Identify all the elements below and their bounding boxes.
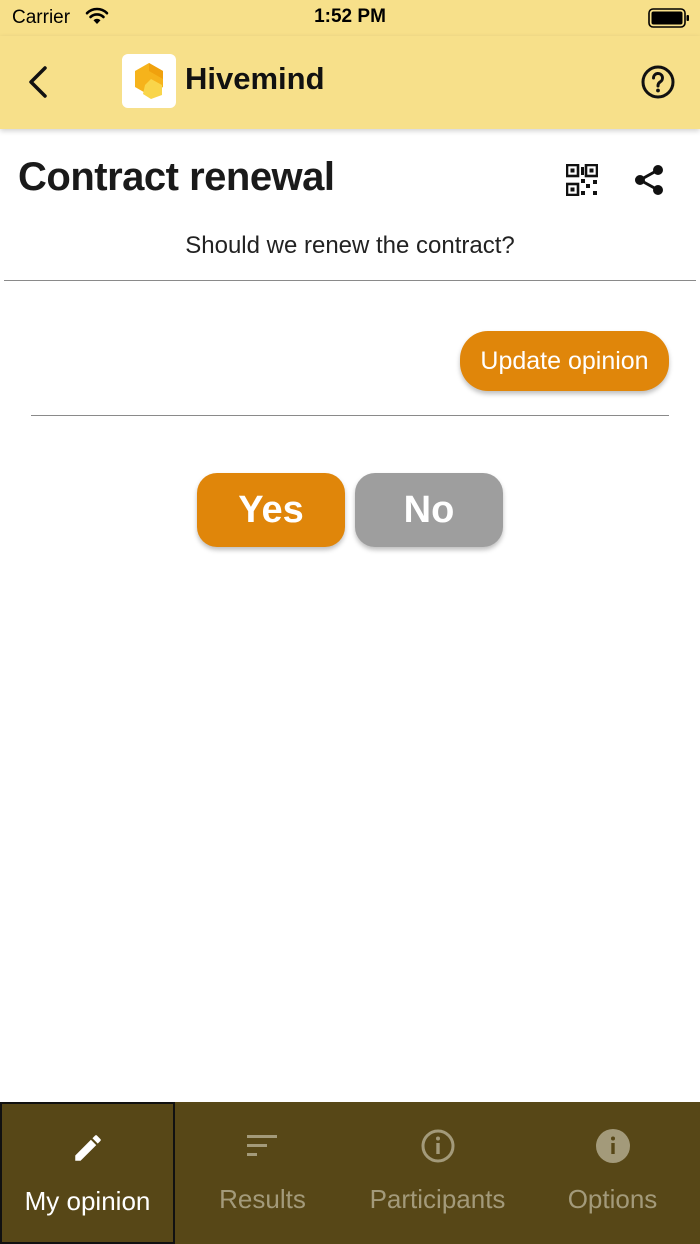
tab-label: Participants [369,1184,506,1214]
back-button[interactable] [18,60,58,104]
qr-code-icon [566,164,598,196]
share-icon [635,165,663,195]
divider [4,280,696,281]
info-filled-icon [525,1128,700,1164]
poll-title: Contract renewal [18,155,335,199]
tab-label: My opinion [24,1186,151,1216]
help-circle-icon [641,65,675,99]
bottom-tab-bar: My opinion Results Participants Options [0,1102,700,1244]
tab-participants[interactable]: Participants [350,1102,525,1244]
tab-my-opinion[interactable]: My opinion [0,1102,175,1244]
share-button[interactable] [628,160,670,200]
hivemind-logo [122,54,176,108]
app-bar: Hivemind [0,36,700,129]
poll-question: Should we renew the contract? [185,232,515,259]
sort-lines-icon [175,1128,350,1164]
yes-button[interactable]: Yes [197,473,345,547]
tab-label: Options [567,1184,658,1214]
help-button[interactable] [638,62,678,102]
tab-results[interactable]: Results [175,1102,350,1244]
app-title: Hivemind [185,61,325,96]
status-bar: Carrier 1:52 PM [0,0,700,36]
clock: 1:52 PM [314,6,386,27]
tab-label: Results [219,1184,306,1214]
update-opinion-button[interactable]: Update opinion [460,331,669,391]
tab-options[interactable]: Options [525,1102,700,1244]
no-button[interactable]: No [355,473,503,547]
divider [31,415,669,416]
info-outline-icon [350,1128,525,1164]
pencil-icon [2,1130,173,1166]
qr-code-button[interactable] [562,160,602,200]
battery-icon [648,7,690,34]
chevron-left-icon [29,66,47,98]
